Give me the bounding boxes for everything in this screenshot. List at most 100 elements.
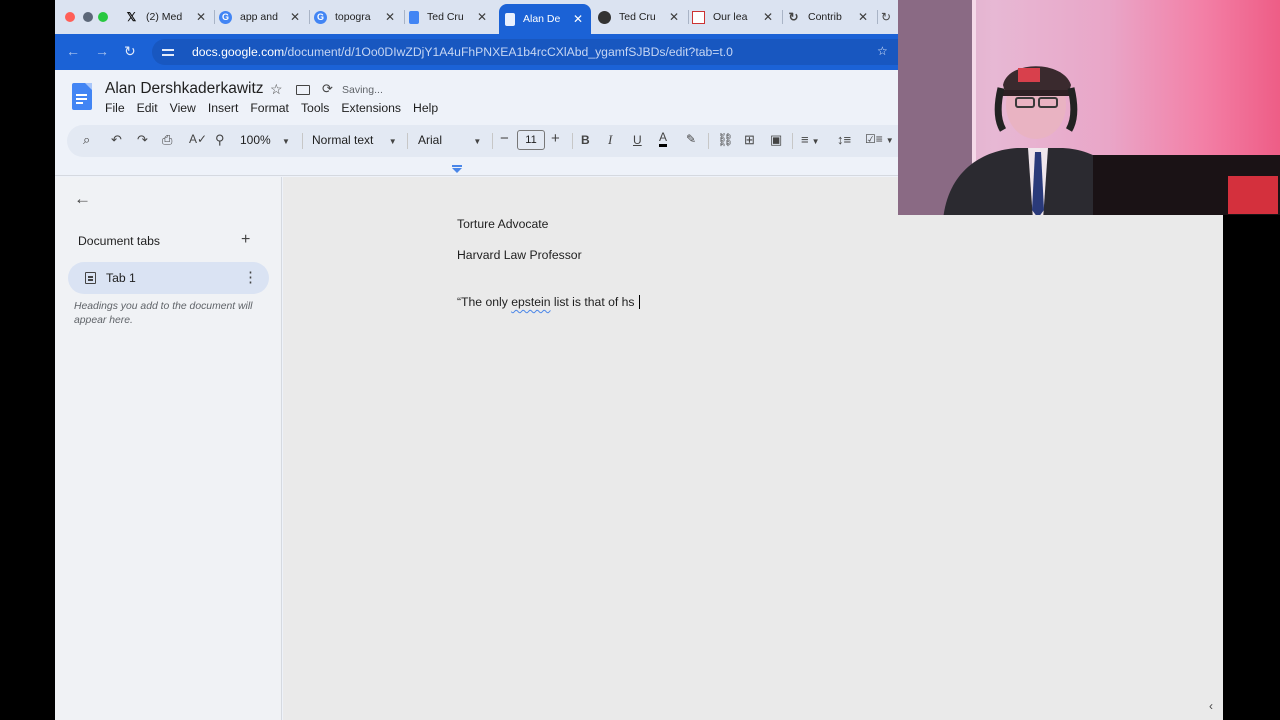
undo-icon[interactable]: ↶ <box>111 132 122 148</box>
docs-icon <box>505 12 515 26</box>
close-tab-icon[interactable]: ✕ <box>477 10 487 24</box>
maximize-window-button[interactable] <box>98 12 108 22</box>
browser-tab[interactable]: Our lea ✕ <box>692 4 780 30</box>
bookmark-star-icon[interactable]: ☆ <box>877 44 888 58</box>
close-tab-icon[interactable]: ✕ <box>196 10 206 24</box>
highlight-color-icon[interactable]: ✎ <box>686 132 696 146</box>
text-run: “The only <box>457 295 512 309</box>
tab-title: Ted Cru <box>427 11 464 23</box>
misspelled-word[interactable]: epstein <box>511 295 550 309</box>
document-line[interactable]: Torture Advocate <box>457 217 548 231</box>
webcam-flag <box>1228 176 1278 214</box>
more-options-icon[interactable]: ⋮ <box>243 268 258 286</box>
text-run: list is that of hs <box>550 295 638 309</box>
document-tabs-heading: Document tabs <box>78 234 160 248</box>
browser-tab[interactable]: Ted Cru ✕ <box>409 4 497 30</box>
browser-tab[interactable]: G app and ✕ <box>219 4 307 30</box>
zoom-select[interactable]: 100% ▼ <box>240 133 290 147</box>
screen: 𝕏 (2) Med ✕ G app and ✕ G topogra ✕ Ted … <box>0 0 1280 720</box>
menu-view[interactable]: View <box>170 101 196 115</box>
menu-file[interactable]: File <box>105 101 125 115</box>
menu-extensions[interactable]: Extensions <box>341 101 401 115</box>
tab-title: Contrib <box>808 11 842 23</box>
document-tab-item[interactable]: Tab 1 ⋮ <box>68 262 269 294</box>
browser-tab[interactable]: 𝕏 (2) Med ✕ <box>123 4 211 30</box>
menu-help[interactable]: Help <box>413 101 438 115</box>
bold-icon[interactable]: B <box>581 133 590 147</box>
site-icon <box>598 10 611 24</box>
font-size-input[interactable]: 11 <box>517 130 545 150</box>
close-tab-icon[interactable]: ✕ <box>669 10 679 24</box>
insert-link-icon[interactable]: ⛓ <box>717 132 734 148</box>
document-line-editing[interactable]: “The only epstein list is that of hs <box>457 295 640 309</box>
browser-tab[interactable]: G topogra ✕ <box>314 4 402 30</box>
insert-image-icon[interactable]: ▣ <box>770 132 782 148</box>
refresh-site-icon[interactable]: ↻ <box>881 10 891 24</box>
close-tab-icon[interactable]: ✕ <box>385 10 395 24</box>
close-outline-icon[interactable]: ← <box>74 189 91 209</box>
align-icon[interactable]: ≡ ▼ <box>801 132 820 147</box>
menu-bar: File Edit View Insert Format Tools Exten… <box>105 101 450 115</box>
forward-icon[interactable]: → <box>95 43 109 59</box>
redo-icon[interactable]: ↷ <box>137 132 148 148</box>
close-tab-icon[interactable]: ✕ <box>573 12 583 26</box>
document-title[interactable]: Alan Dershkaderkawitz <box>105 80 264 98</box>
checklist-icon[interactable]: ☑≡ ▼ <box>865 132 894 146</box>
menu-edit[interactable]: Edit <box>137 101 158 115</box>
add-comment-icon[interactable]: ⊞ <box>744 132 755 148</box>
increase-font-size-icon[interactable]: + <box>551 130 560 147</box>
move-folder-icon[interactable] <box>296 85 310 95</box>
paint-format-icon[interactable]: ⚲ <box>215 132 225 148</box>
tab-title: (2) Med <box>146 11 183 23</box>
document-line[interactable]: Harvard Law Professor <box>457 248 582 262</box>
google-icon: G <box>314 10 327 24</box>
tab-divider <box>214 10 215 24</box>
spellcheck-icon[interactable]: A✓ <box>189 132 207 146</box>
document-tab-icon <box>85 272 96 284</box>
browser-tab[interactable]: Ted Cru ✕ <box>598 4 686 30</box>
close-tab-icon[interactable]: ✕ <box>858 10 868 24</box>
zoom-value: 100% <box>240 133 271 147</box>
close-tab-icon[interactable]: ✕ <box>290 10 300 24</box>
star-icon[interactable]: ☆ <box>270 81 283 98</box>
decrease-font-size-icon[interactable]: − <box>500 130 509 147</box>
refresh-site-icon: ↻ <box>788 10 799 24</box>
reload-icon[interactable]: ↻ <box>124 43 136 60</box>
minimize-window-button[interactable] <box>83 12 93 22</box>
indent-marker-icon[interactable] <box>452 165 462 173</box>
toolbar-divider <box>792 133 793 149</box>
menu-tools[interactable]: Tools <box>301 101 329 115</box>
search-menus-icon[interactable]: ⌕ <box>83 132 90 148</box>
document-canvas[interactable]: Torture Advocate Harvard Law Professor “… <box>283 177 1223 720</box>
tab-title: Our lea <box>713 11 748 23</box>
menu-format[interactable]: Format <box>250 101 289 115</box>
print-icon[interactable]: ⎙ <box>162 132 172 148</box>
browser-tab-active[interactable]: Alan De ✕ <box>499 4 591 34</box>
docs-logo-icon[interactable] <box>72 83 92 110</box>
toolbar-divider <box>492 133 493 149</box>
close-window-button[interactable] <box>65 12 75 22</box>
chevron-left-icon[interactable]: ‹ <box>1209 699 1213 713</box>
font-family-select[interactable]: Arial ▼ <box>418 133 481 147</box>
paragraph-style-value: Normal text <box>312 133 374 147</box>
browser-tab[interactable]: ↻ Contrib ✕ <box>787 4 875 30</box>
italic-icon[interactable]: I <box>608 132 612 148</box>
docs-icon <box>409 10 419 24</box>
font-family-value: Arial <box>418 133 443 147</box>
document-outline-sidebar: ← Document tabs + Tab 1 ⋮ Headings you a… <box>55 177 282 720</box>
google-icon: G <box>219 10 232 24</box>
underline-icon[interactable]: U <box>633 133 642 147</box>
text-color-icon[interactable]: A <box>659 131 668 147</box>
add-tab-icon[interactable]: + <box>241 231 250 249</box>
line-spacing-icon[interactable]: ↕≡ <box>837 132 851 147</box>
dropdown-caret-icon: ▼ <box>282 137 290 146</box>
headings-hint: Headings you add to the document will ap… <box>74 301 253 326</box>
back-icon[interactable]: ← <box>66 43 80 59</box>
paragraph-style-select[interactable]: Normal text ▼ <box>312 133 397 147</box>
saving-status: Saving... <box>342 84 383 96</box>
close-tab-icon[interactable]: ✕ <box>763 10 773 24</box>
toolbar-divider <box>708 133 709 149</box>
menu-insert[interactable]: Insert <box>208 101 238 115</box>
text-cursor <box>638 295 640 309</box>
site-info-icon[interactable] <box>162 47 176 57</box>
